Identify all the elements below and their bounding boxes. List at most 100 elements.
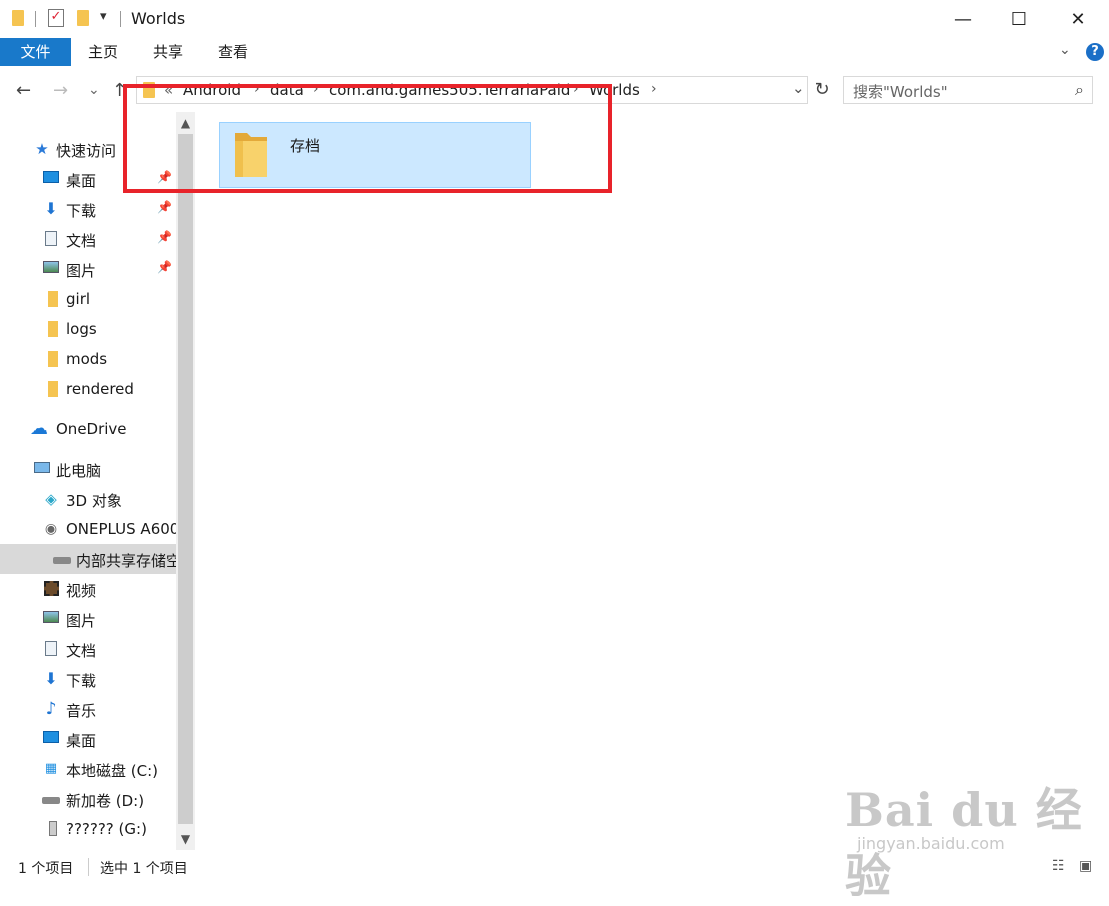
picture-icon xyxy=(42,611,60,627)
breadcrumb-overflow[interactable]: « xyxy=(164,81,173,99)
breadcrumb-separator[interactable]: › xyxy=(573,81,579,97)
up-button[interactable]: ↑ xyxy=(112,80,127,101)
sidebar-item-pictures[interactable]: 图片 📌 xyxy=(0,254,176,284)
ribbon-tabs: 文件 主页 共享 查看 ⌄ ? xyxy=(0,38,1109,68)
tab-view[interactable]: 查看 xyxy=(218,38,248,66)
watermark-url: jingyan.baidu.com xyxy=(857,834,1005,853)
download-icon: ⬇ xyxy=(44,669,58,688)
folder-icon xyxy=(44,381,62,397)
list-item[interactable]: 存档 xyxy=(219,122,531,188)
pin-icon[interactable]: 📌 xyxy=(157,200,172,214)
help-button[interactable]: ? xyxy=(1086,43,1104,61)
chevron-down-icon[interactable]: ⌄ xyxy=(1059,42,1071,58)
chevron-down-icon[interactable]: ▾ xyxy=(100,9,107,24)
breadcrumb-data[interactable]: data xyxy=(270,81,304,99)
sidebar-item-drive-d[interactable]: 新加卷 (D:) xyxy=(0,784,176,814)
sidebar-item-label: 音乐 xyxy=(66,702,97,720)
sidebar-item-videos[interactable]: 视频 xyxy=(0,574,176,604)
sidebar-item-logs[interactable]: logs xyxy=(0,314,176,344)
breadcrumb-separator[interactable]: › xyxy=(254,81,260,97)
watermark: Bai du 经验 jingyan.baidu.com xyxy=(845,768,1085,903)
sidebar-item-3d-objects[interactable]: ◈ 3D 对象 xyxy=(0,484,176,514)
tab-file[interactable]: 文件 xyxy=(0,38,71,66)
address-bar[interactable]: « Android › data › com.and.games505.Terr… xyxy=(136,76,808,104)
properties-icon[interactable]: ✓ xyxy=(48,9,64,27)
sidebar-item-label: mods xyxy=(66,350,108,368)
sidebar-item-drive-c[interactable]: ▦ 本地磁盘 (C:) xyxy=(0,754,176,784)
drive-icon xyxy=(42,791,60,807)
scroll-up-button[interactable]: ▲ xyxy=(176,112,195,134)
windows-drive-icon: ▦ xyxy=(44,761,58,776)
document-icon xyxy=(42,231,60,247)
sidebar-item-downloads[interactable]: ⬇ 下载 📌 xyxy=(0,194,176,224)
navigation-bar: ← → ⌄ ↑ « Android › data › com.and.games… xyxy=(0,70,1109,112)
sidebar-item-mods[interactable]: mods xyxy=(0,344,176,374)
sidebar-item-label: 桌面 xyxy=(66,172,97,190)
refresh-button[interactable]: ↻ xyxy=(810,76,834,104)
window-title: Worlds xyxy=(131,9,186,28)
desktop-icon xyxy=(42,171,60,187)
breadcrumb-android[interactable]: Android xyxy=(183,81,241,99)
back-button[interactable]: ← xyxy=(16,80,31,101)
sidebar-item-documents[interactable]: 文档 📌 xyxy=(0,224,176,254)
breadcrumb-separator[interactable]: › xyxy=(313,81,319,97)
scroll-down-button[interactable]: ▼ xyxy=(176,828,195,850)
pin-icon[interactable]: 📌 xyxy=(157,170,172,184)
minimize-button[interactable]: — xyxy=(940,0,986,38)
breadcrumb-worlds[interactable]: Worlds xyxy=(589,81,640,99)
sidebar-item-music[interactable]: ♪ 音乐 xyxy=(0,694,176,724)
breadcrumb-separator[interactable]: › xyxy=(651,81,657,97)
sidebar-item-label: 此电脑 xyxy=(56,462,102,480)
pin-icon[interactable]: 📌 xyxy=(157,230,172,244)
sidebar-item-documents[interactable]: 文档 xyxy=(0,634,176,664)
search-icon[interactable]: ⌕ xyxy=(1075,80,1084,100)
sidebar-item-downloads[interactable]: ⬇ 下载 xyxy=(0,664,176,694)
sidebar-item-girl[interactable]: girl xyxy=(0,284,176,314)
sidebar-item-label: 新加卷 (D:) xyxy=(66,792,145,810)
close-button[interactable]: ✕ xyxy=(1055,0,1101,38)
star-icon: ★ xyxy=(35,140,49,158)
computer-icon xyxy=(33,461,51,477)
search-placeholder: 搜索"Worlds" xyxy=(853,83,948,101)
sidebar-item-phone[interactable]: ◉ ONEPLUS A6000 xyxy=(0,514,176,544)
sidebar-item-drive-g[interactable]: ?????? (G:) xyxy=(0,814,176,844)
sidebar-item-rendered[interactable]: rendered xyxy=(0,374,176,404)
sidebar-item-label: 下载 xyxy=(66,202,97,220)
folder-icon xyxy=(44,291,62,307)
sidebar-item-label: OneDrive xyxy=(56,420,127,438)
sidebar-item-onedrive[interactable]: ☁ OneDrive xyxy=(0,414,176,444)
usb-drive-icon xyxy=(44,821,62,837)
sidebar-item-label: 内部共享存储空间 xyxy=(76,552,176,570)
tab-home[interactable]: 主页 xyxy=(88,38,118,66)
pin-icon[interactable]: 📌 xyxy=(157,260,172,274)
tab-share[interactable]: 共享 xyxy=(153,38,183,66)
cloud-icon: ☁ xyxy=(30,418,48,439)
folder-icon xyxy=(12,10,24,26)
forward-button[interactable]: → xyxy=(53,80,68,101)
scroll-thumb[interactable] xyxy=(178,134,193,824)
folder-name: 存档 xyxy=(290,137,321,155)
sidebar-item-label: 文档 xyxy=(66,642,97,660)
video-icon xyxy=(42,581,60,597)
chevron-down-icon[interactable]: ⌄ xyxy=(792,79,805,97)
sidebar-item-this-pc[interactable]: 此电脑 xyxy=(0,454,176,484)
navigation-pane: ★ 快速访问 桌面 📌 ⬇ 下载 📌 文档 📌 图片 📌 girl logs m… xyxy=(0,112,176,850)
recent-locations-button[interactable]: ⌄ xyxy=(88,82,100,98)
new-folder-icon[interactable] xyxy=(77,10,89,26)
sidebar-item-desktop[interactable]: 桌面 📌 xyxy=(0,164,176,194)
document-icon xyxy=(42,641,60,657)
file-list[interactable]: 存档 xyxy=(196,112,1109,850)
sidebar-item-label: logs xyxy=(66,320,97,338)
search-input[interactable]: 搜索"Worlds" ⌕ xyxy=(843,76,1093,104)
desktop-icon xyxy=(42,731,60,747)
sidebar-item-label: ONEPLUS A6000 xyxy=(66,520,176,538)
sidebar-item-desktop[interactable]: 桌面 xyxy=(0,724,176,754)
maximize-button[interactable]: ☐ xyxy=(996,0,1042,38)
sidebar-scrollbar[interactable]: ▲ ▼ xyxy=(176,112,195,850)
breadcrumb-package[interactable]: com.and.games505.TerrariaPaid xyxy=(329,81,570,99)
sidebar-item-quick-access[interactable]: ★ 快速访问 xyxy=(0,134,176,164)
sidebar-item-pictures[interactable]: 图片 xyxy=(0,604,176,634)
sidebar-item-internal-storage[interactable]: 内部共享存储空间 xyxy=(0,544,176,574)
sidebar-item-label: girl xyxy=(66,290,91,308)
sidebar-item-label: 文档 xyxy=(66,232,97,250)
